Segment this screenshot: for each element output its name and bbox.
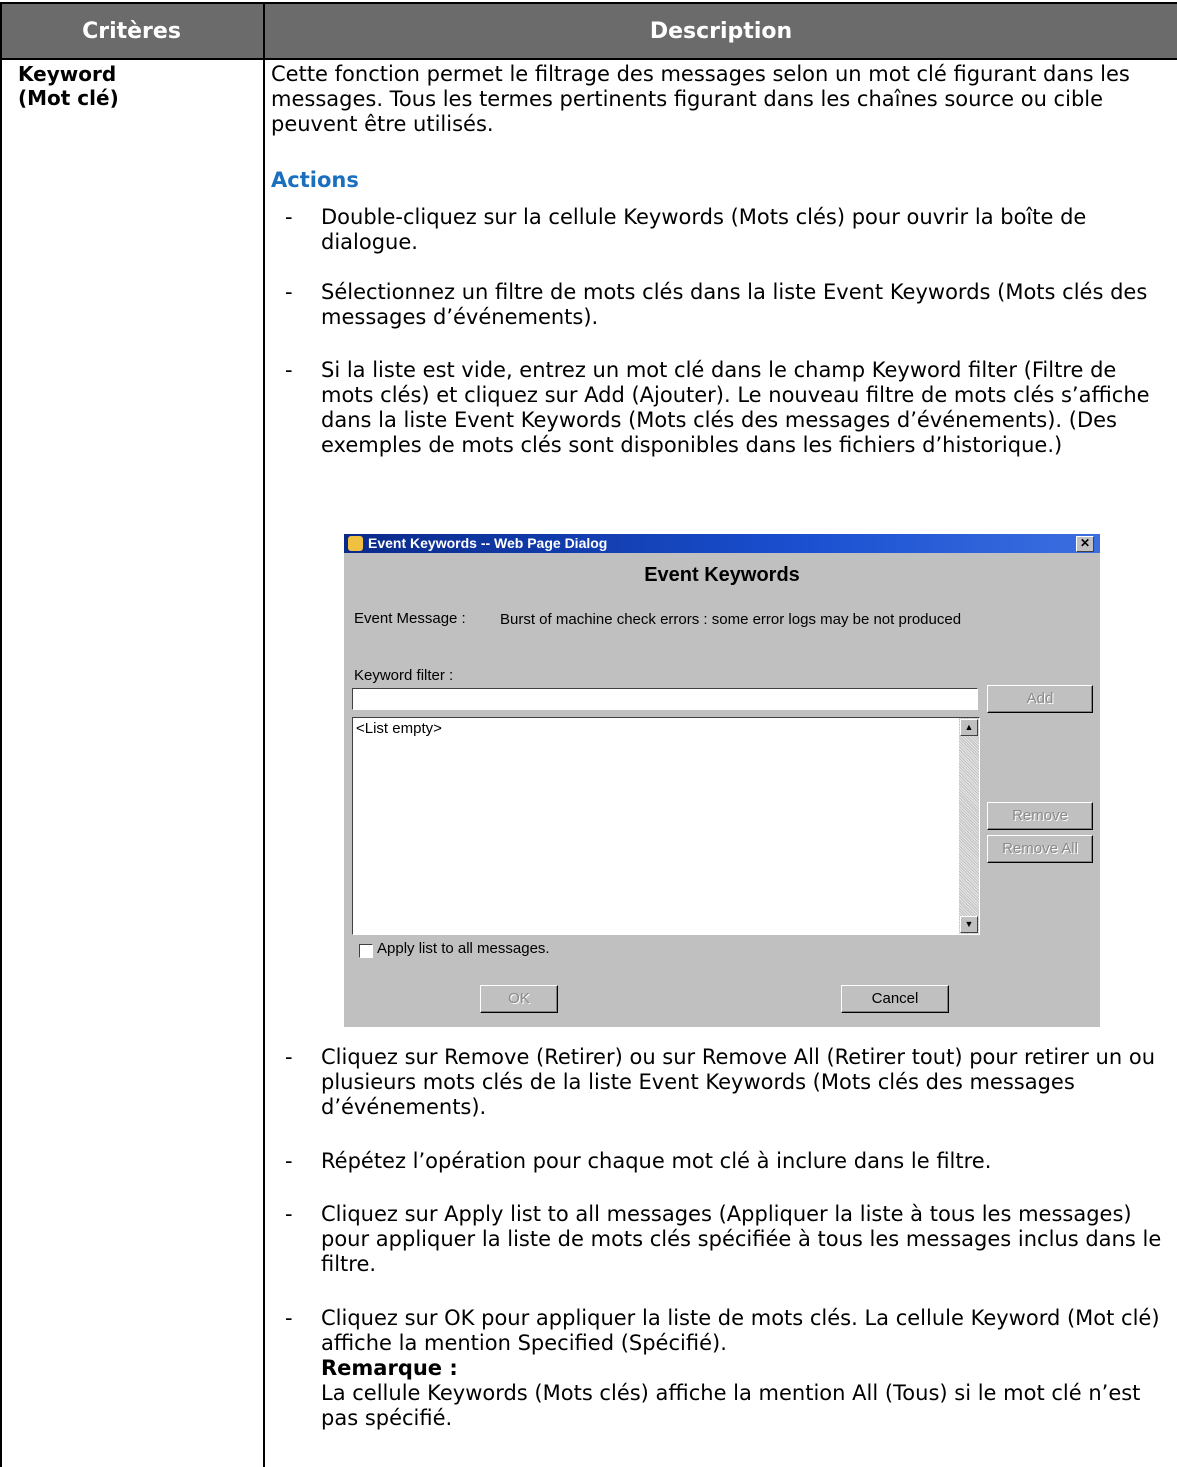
- criteria-keyword: Keyword: [18, 62, 117, 86]
- bullet-marker: -: [285, 1306, 293, 1330]
- apply-list-label: Apply list to all messages.: [377, 940, 550, 957]
- cancel-button[interactable]: Cancel: [841, 985, 949, 1013]
- header-criteres: Critères: [0, 4, 263, 58]
- step-ok-text: Cliquez sur OK pour appliquer la liste d…: [321, 1306, 1160, 1355]
- scroll-up-icon[interactable]: ▲: [960, 719, 978, 736]
- table-column-divider: [263, 4, 265, 1467]
- step-apply-all: Cliquez sur Apply list to all messages (…: [321, 1202, 1162, 1276]
- table-top-border: [0, 2, 1177, 4]
- step-list-empty: Si la liste est vide, entrez un mot clé …: [321, 358, 1150, 457]
- step-ok: Cliquez sur OK pour appliquer la liste d…: [321, 1306, 1166, 1431]
- close-icon[interactable]: ✕: [1076, 536, 1094, 552]
- list-empty-text: <List empty>: [356, 720, 442, 737]
- step-select-filter: Sélectionnez un filtre de mots clés dans…: [321, 280, 1148, 329]
- event-keywords-dialog: Event Keywords -- Web Page Dialog ✕ Even…: [344, 534, 1100, 1027]
- keyword-filter-input[interactable]: [352, 688, 978, 710]
- list-scrollbar[interactable]: ▲ ▼: [959, 718, 979, 934]
- add-button[interactable]: Add: [987, 685, 1093, 713]
- note-text: La cellule Keywords (Mots clés) affiche …: [321, 1381, 1141, 1430]
- table-header-rule: [0, 58, 1177, 60]
- bullet-marker: -: [285, 1149, 293, 1173]
- event-message-label: Event Message :: [354, 610, 466, 627]
- step-double-click: Double-cliquez sur la cellule Keywords (…: [321, 205, 1087, 254]
- remove-button[interactable]: Remove: [987, 802, 1093, 830]
- criteria-cell: Keyword (Mot clé): [18, 62, 119, 110]
- note-label: Remarque :: [321, 1356, 458, 1380]
- step-repeat: Répétez l’opération pour chaque mot clé …: [321, 1149, 992, 1173]
- actions-heading: Actions: [271, 168, 359, 192]
- intro-paragraph: Cette fonction permet le filtrage des me…: [271, 62, 1130, 136]
- criteria-mot-cle: (Mot clé): [18, 86, 119, 110]
- event-keywords-list[interactable]: <List empty> ▲ ▼: [352, 717, 980, 935]
- event-message-value: Burst of machine check errors : some err…: [500, 611, 962, 628]
- step-remove: Cliquez sur Remove (Retirer) ou sur Remo…: [321, 1045, 1156, 1119]
- table-left-border: [0, 4, 2, 1467]
- dialog-title-bar: Event Keywords -- Web Page Dialog ✕: [344, 534, 1100, 553]
- bullet-marker: -: [285, 205, 293, 229]
- bullet-marker: -: [285, 280, 293, 304]
- ok-button[interactable]: OK: [480, 985, 558, 1013]
- dialog-heading: Event Keywords: [644, 564, 800, 586]
- bullet-marker: -: [285, 1202, 293, 1226]
- keyword-filter-label: Keyword filter :: [354, 667, 454, 684]
- dialog-title: Event Keywords -- Web Page Dialog: [368, 535, 608, 551]
- header-description: Description: [265, 4, 1177, 58]
- remove-all-button[interactable]: Remove All: [987, 835, 1093, 863]
- bullet-marker: -: [285, 1045, 293, 1069]
- bullet-marker: -: [285, 358, 293, 382]
- apply-list-checkbox[interactable]: [359, 944, 373, 958]
- document-page: Critères Description Keyword (Mot clé) C…: [0, 0, 1177, 1467]
- ie-icon: [348, 536, 363, 551]
- scroll-down-icon[interactable]: ▼: [960, 916, 978, 933]
